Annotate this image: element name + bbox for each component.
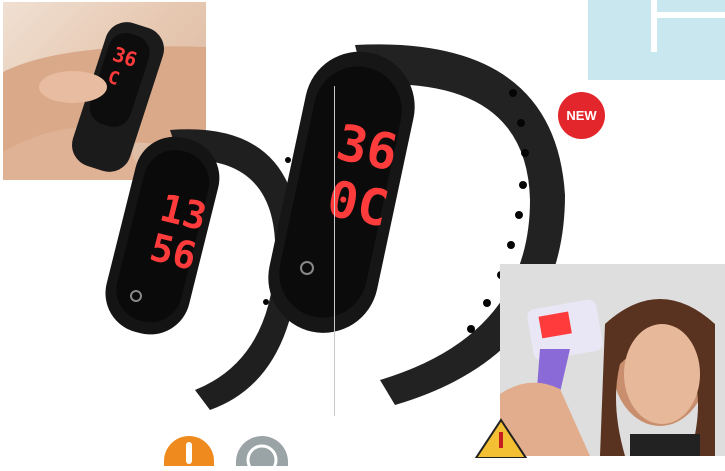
new-badge: NEW <box>558 92 605 139</box>
corner-decoration <box>588 0 725 80</box>
temperature-check-photo <box>500 264 725 456</box>
warning-triangle-icon <box>474 418 528 458</box>
vertical-divider <box>334 86 335 416</box>
large-display-bottom: 0C <box>322 169 393 238</box>
thermometer-icon <box>164 436 214 466</box>
eco-icon <box>236 436 288 471</box>
